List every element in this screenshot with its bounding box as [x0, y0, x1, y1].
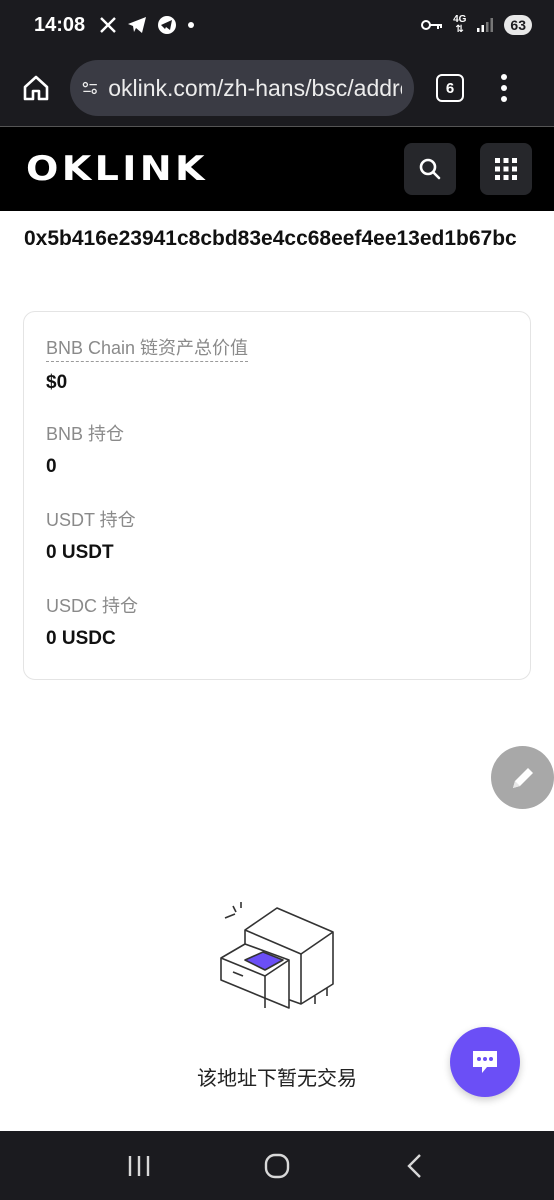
back-button[interactable]: [390, 1141, 440, 1191]
data-arrows-icon: ⇅: [455, 24, 464, 35]
status-time: 14:08: [34, 13, 86, 36]
key-icon: [421, 20, 443, 30]
battery-badge: 63: [504, 15, 532, 35]
site-header: OKLINK: [0, 126, 554, 211]
asset-value: 0 USDC: [46, 628, 116, 649]
pencil-icon: [512, 767, 533, 788]
asset-label: USDC 持仓: [46, 596, 139, 616]
menu-dot: [501, 85, 507, 91]
menu-dot: [501, 74, 507, 80]
asset-value: 0: [46, 456, 57, 477]
grid-icon: [495, 158, 517, 180]
search-icon: [419, 158, 441, 180]
telegram-icon: [128, 17, 147, 33]
back-chevron-icon: [407, 1153, 421, 1178]
browser-menu-button[interactable]: [494, 66, 514, 110]
home-button[interactable]: [14, 66, 58, 110]
asset-row-usdt: USDT 持仓 0 USDT: [46, 506, 508, 592]
oklink-logo[interactable]: OKLINK: [26, 149, 208, 189]
asset-label: USDT 持仓: [46, 510, 136, 530]
status-right: 4G ⇅ 63: [421, 15, 532, 35]
telegram-icon: [158, 16, 177, 34]
browser-toolbar: oklink.com/zh-hans/bsc/address/0x5b416e …: [0, 50, 554, 126]
asset-row-bnb: BNB 持仓 0: [46, 420, 508, 506]
home-icon: [23, 75, 49, 101]
url-text: oklink.com/zh-hans/bsc/address/0x5b416e: [108, 74, 402, 101]
empty-drawer-illustration: [220, 902, 334, 1009]
wallet-address: 0x5b416e23941c8cbd83e4cc68eef4ee13ed1b67…: [24, 227, 517, 250]
home-nav-button[interactable]: [252, 1141, 302, 1191]
edit-button[interactable]: [491, 746, 554, 809]
signal-icon: [477, 18, 494, 32]
network-indicator: 4G ⇅: [453, 15, 466, 35]
page: 14:08 4G ⇅ 63 oklink.com/zh-hans/bsc/add…: [0, 0, 554, 1200]
x-icon: [100, 17, 117, 33]
asset-label[interactable]: BNB Chain 链资产总价值: [46, 334, 249, 362]
search-button[interactable]: [404, 143, 456, 195]
recents-icon: [128, 1155, 150, 1176]
recents-button[interactable]: [114, 1141, 164, 1191]
apps-menu-button[interactable]: [480, 143, 532, 195]
home-circle-icon: [264, 1153, 290, 1178]
site-settings-icon[interactable]: [82, 77, 98, 99]
tab-switcher-button[interactable]: 6: [436, 74, 464, 102]
system-nav-bar: [0, 1131, 554, 1200]
support-chat-button[interactable]: [450, 1027, 520, 1097]
asset-row-usdc: USDC 持仓 0 USDC: [46, 592, 508, 678]
asset-label: BNB 持仓: [46, 424, 125, 444]
menu-dot: [501, 96, 507, 102]
asset-value: $0: [46, 372, 68, 393]
asset-row-total-value: BNB Chain 链资产总价值 $0: [46, 334, 508, 420]
notification-icons: [99, 15, 195, 35]
status-bar: 14:08 4G ⇅ 63: [0, 0, 554, 50]
dot-icon: [188, 22, 195, 28]
assets-card: BNB Chain 链资产总价值 $0 BNB 持仓 0 USDT 持仓 0 U…: [23, 311, 531, 680]
chat-bubble-icon: [473, 1051, 497, 1073]
asset-value: 0 USDT: [46, 542, 114, 563]
address-bar[interactable]: oklink.com/zh-hans/bsc/address/0x5b416e: [70, 60, 414, 116]
